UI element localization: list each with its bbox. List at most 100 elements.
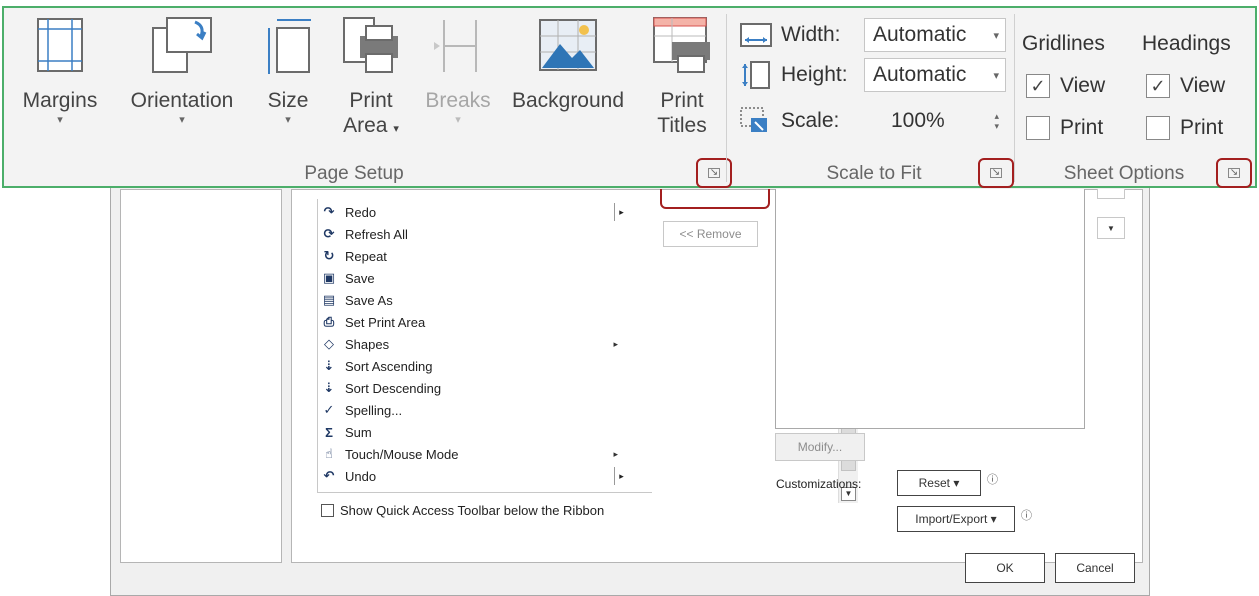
- cancel-button[interactable]: Cancel: [1055, 553, 1135, 583]
- submenu-arrow: ▸: [613, 448, 618, 459]
- scale-to-fit-dialog-launcher[interactable]: ↘: [978, 158, 1014, 188]
- width-row: Width:: [739, 18, 871, 52]
- save-icon: ▣: [322, 270, 336, 285]
- height-icon: [742, 61, 770, 89]
- sheet-options-group-label: Sheet Options: [1063, 163, 1185, 184]
- set-print-area-icon: ⎙: [323, 314, 335, 329]
- excel-options-dialog: ↷ Redo ▸ ⟳ Refresh All ↻ Repeat ▣ Save ▤…: [110, 186, 1150, 596]
- spinner-arrows-icon[interactable]: ▴ ▾: [994, 111, 999, 131]
- ok-button[interactable]: OK: [965, 553, 1045, 583]
- chevron-down-icon: ▾: [455, 114, 461, 126]
- gridlines-view-checkbox[interactable]: ✓ View: [1026, 74, 1105, 98]
- dialog-launcher-icon: ↘: [708, 167, 720, 178]
- commands-list[interactable]: ↷ Redo ▸ ⟳ Refresh All ↻ Repeat ▣ Save ▤…: [317, 199, 858, 503]
- checkmark-icon[interactable]: ✓: [1026, 74, 1050, 98]
- size-icon: [268, 19, 311, 74]
- chevron-down-icon: ▾: [179, 114, 185, 126]
- list-item-redo[interactable]: ↷ Redo ▸: [320, 201, 630, 223]
- submenu-arrow: ▸: [613, 338, 618, 349]
- move-down-button[interactable]: ▼: [1097, 217, 1125, 239]
- submenu-split-arrow[interactable]: ▸: [614, 467, 628, 485]
- empty-checkbox[interactable]: [1146, 116, 1170, 140]
- list-item-spelling[interactable]: ✓ Spelling...: [320, 399, 630, 421]
- print-titles-icon: [653, 17, 710, 73]
- chevron-down-icon: ▾: [993, 29, 999, 42]
- undo-icon: ↶: [323, 468, 335, 483]
- options-category-list[interactable]: [120, 189, 282, 563]
- add-button-highlight[interactable]: [660, 189, 770, 209]
- spelling-icon: ✓: [323, 402, 335, 417]
- move-up-button[interactable]: [1097, 189, 1125, 199]
- checkmark-icon[interactable]: ✓: [1146, 74, 1170, 98]
- list-item-undo[interactable]: ↶ Undo ▸: [320, 465, 630, 487]
- list-item-save[interactable]: ▣ Save: [320, 267, 630, 289]
- chevron-down-icon: ▾: [285, 114, 291, 126]
- height-dropdown[interactable]: Automatic ▾: [864, 58, 1006, 92]
- info-icon: ⓘ: [987, 474, 998, 486]
- chevron-down-icon: ▾: [993, 69, 999, 82]
- print-titles-button[interactable]: Print Titles: [640, 12, 724, 138]
- shapes-icon: ◇: [324, 336, 334, 351]
- margins-icon: [37, 18, 83, 72]
- list-item-shapes[interactable]: ◇ Shapes ▸: [320, 333, 630, 355]
- list-item-sort-ascending[interactable]: ⇣ Sort Ascending: [320, 355, 630, 377]
- submenu-split-arrow[interactable]: ▸: [614, 203, 628, 221]
- list-item-refresh-all[interactable]: ⟳ Refresh All: [320, 223, 630, 245]
- touch-mouse-icon: ☝: [325, 446, 333, 461]
- size-button[interactable]: Size ▾: [256, 12, 320, 127]
- sort-descending-icon: ⇣: [323, 380, 335, 395]
- print-area-icon: [343, 17, 398, 73]
- scale-spinner[interactable]: 100% ▴ ▾: [864, 104, 1006, 138]
- info-icon: ⓘ: [1021, 510, 1032, 522]
- repeat-icon: ↻: [323, 248, 335, 263]
- list-item-sum[interactable]: Σ Sum: [320, 421, 630, 443]
- sort-ascending-icon: ⇣: [323, 358, 335, 373]
- customizations-label: Customizations:: [776, 477, 862, 491]
- sum-icon: Σ: [325, 424, 333, 440]
- orientation-button[interactable]: Orientation ▾: [114, 12, 250, 127]
- redo-icon: ↷: [323, 204, 335, 219]
- list-item-set-print-area[interactable]: ⎙ Set Print Area: [320, 311, 630, 333]
- headings-header: Headings: [1142, 32, 1231, 55]
- sheet-options-dialog-launcher[interactable]: ↘: [1216, 158, 1252, 188]
- chevron-down-icon: ▾: [57, 114, 63, 126]
- breaks-icon: [434, 20, 477, 72]
- width-icon: [740, 23, 772, 47]
- scale-icon: [740, 107, 767, 132]
- background-button[interactable]: Background: [500, 12, 636, 113]
- background-image-icon: [539, 19, 597, 71]
- headings-view-checkbox[interactable]: ✓ View: [1146, 74, 1225, 98]
- save-as-icon: ▤: [322, 292, 336, 307]
- dialog-launcher-icon: ↘: [990, 167, 1002, 178]
- dialog-launcher-icon: ↘: [1228, 167, 1240, 178]
- gridlines-print-checkbox[interactable]: Print: [1026, 116, 1103, 140]
- empty-checkbox[interactable]: [1026, 116, 1050, 140]
- margins-button[interactable]: Margins ▾: [8, 12, 112, 127]
- refresh-all-icon: ⟳: [323, 226, 335, 241]
- scale-row: Scale:: [739, 104, 871, 138]
- group-divider: [1014, 14, 1015, 182]
- print-area-button[interactable]: Print Area ▾: [328, 12, 414, 142]
- chevron-down-icon: ▾: [393, 123, 399, 135]
- qat-commands-list[interactable]: [775, 189, 1085, 429]
- orientation-icon: [152, 17, 212, 73]
- show-qat-below-ribbon-checkbox[interactable]: Show Quick Access Toolbar below the Ribb…: [321, 503, 604, 518]
- scale-to-fit-group-label: Scale to Fit: [826, 163, 922, 184]
- list-item-save-as[interactable]: ▤ Save As: [320, 289, 630, 311]
- remove-button[interactable]: << Remove: [663, 221, 758, 247]
- headings-print-checkbox[interactable]: Print: [1146, 116, 1223, 140]
- page-layout-ribbon: Margins ▾ Orientation ▾ Size ▾ Print Are…: [2, 6, 1257, 188]
- reset-button[interactable]: Reset ▾: [897, 470, 981, 496]
- import-export-button[interactable]: Import/Export ▾: [897, 506, 1015, 532]
- list-item-sort-descending[interactable]: ⇣ Sort Descending: [320, 377, 630, 399]
- modify-button[interactable]: Modify...: [775, 433, 865, 461]
- list-item-repeat[interactable]: ↻ Repeat: [320, 245, 630, 267]
- width-dropdown[interactable]: Automatic ▾: [864, 18, 1006, 52]
- height-row: Height:: [739, 58, 871, 92]
- breaks-button[interactable]: Breaks ▾: [418, 12, 498, 127]
- list-item-touch-mouse-mode[interactable]: ☝ Touch/Mouse Mode ▸: [320, 443, 630, 465]
- page-setup-group-label: Page Setup: [304, 163, 404, 184]
- group-divider: [726, 14, 727, 182]
- gridlines-header: Gridlines: [1022, 32, 1105, 55]
- checkbox-box[interactable]: [321, 504, 334, 517]
